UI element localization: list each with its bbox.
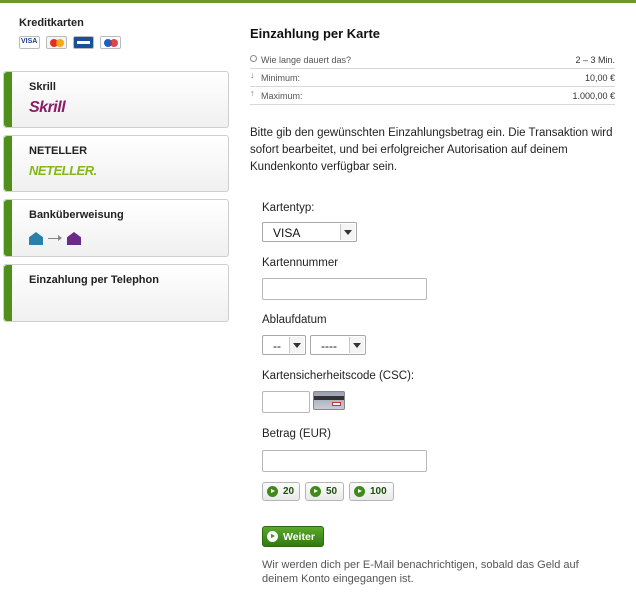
info-value: 2 – 3 Min. [575, 55, 615, 65]
expiry-month-select[interactable]: -- [262, 335, 306, 355]
play-icon [267, 486, 278, 497]
method-accent-bar [4, 265, 12, 321]
skrill-logo: Skrill [29, 99, 66, 116]
method-telephon[interactable]: Einzahlung per Telephon [3, 264, 229, 322]
play-icon [310, 486, 321, 497]
arrow-right-icon [48, 235, 62, 241]
method-title: Skrill [29, 81, 56, 93]
mastercard-icon [46, 36, 67, 49]
info-row-duration: Wie lange dauert das? 2 – 3 Min. [250, 51, 615, 69]
card-type-label: Kartentyp: [262, 202, 315, 214]
csc-card-icon [313, 391, 345, 410]
card-number-label: Kartennummer [262, 257, 339, 269]
expiry-label: Ablaufdatum [262, 314, 327, 326]
neteller-logo: NETELLER. [29, 163, 97, 178]
select-value: VISA [273, 226, 301, 240]
play-icon [267, 531, 278, 542]
top-accent-line [0, 0, 636, 3]
weiter-button[interactable]: Weiter [262, 526, 324, 547]
quick-amount-50-button[interactable]: 50 [305, 482, 344, 501]
amount-input[interactable] [262, 450, 427, 472]
play-icon [354, 486, 365, 497]
chevron-down-icon [340, 224, 355, 240]
bank-transfer-icons [29, 230, 89, 250]
method-skrill[interactable]: Skrill Skrill [3, 71, 229, 128]
card-number-input[interactable] [262, 278, 427, 300]
bank-house-icon [67, 232, 81, 245]
method-title: Banküberweisung [29, 209, 124, 221]
method-kreditkarten[interactable]: Kreditkarten [3, 10, 229, 68]
info-value: 1.000,00 € [572, 91, 615, 101]
method-accent-bar [4, 136, 12, 191]
visa-icon [19, 36, 40, 49]
csc-input[interactable] [262, 391, 310, 413]
quick-amount-label: 100 [370, 486, 387, 497]
info-label: Wie lange dauert das? [261, 55, 352, 65]
method-neteller[interactable]: NETELLER NETELLER. [3, 135, 229, 192]
method-title: Kreditkarten [19, 17, 84, 29]
method-title: Einzahlung per Telephon [29, 274, 159, 286]
quick-amount-20-button[interactable]: 20 [262, 482, 300, 501]
expiry-year-select[interactable]: ---- [310, 335, 366, 355]
arrow-up-icon [250, 88, 257, 98]
select-value: -- [273, 339, 281, 353]
info-row-maximum: Maximum: 1.000,00 € [250, 87, 615, 105]
info-row-minimum: Minimum: 10,00 € [250, 69, 615, 87]
visa-electron-icon [73, 36, 94, 49]
info-label: Maximum: [261, 91, 303, 101]
quick-amount-label: 20 [283, 486, 295, 497]
weiter-label: Weiter [283, 531, 315, 543]
info-value: 10,00 € [584, 73, 615, 83]
maestro-icon [100, 36, 121, 49]
chevron-down-icon [289, 337, 304, 353]
method-accent-bar [4, 200, 12, 256]
chevron-down-icon [349, 337, 364, 353]
info-label: Minimum: [261, 73, 301, 83]
card-logos [19, 36, 121, 49]
method-title: NETELLER [29, 145, 88, 157]
bank-house-icon [29, 232, 43, 245]
quick-amount-100-button[interactable]: 100 [349, 482, 394, 501]
arrow-down-icon [250, 70, 257, 80]
card-type-select[interactable]: VISA [262, 222, 357, 242]
page-title: Einzahlung per Karte [250, 26, 381, 41]
clock-icon [250, 55, 257, 62]
email-notification-note: Wir werden dich per E-Mail benachrichtig… [262, 559, 579, 585]
method-bankueberweisung[interactable]: Banküberweisung [3, 199, 229, 257]
csc-label: Kartensicherheitscode (CSC): [262, 370, 415, 382]
method-accent-bar [4, 72, 12, 127]
quick-amount-label: 50 [326, 486, 338, 497]
amount-label: Betrag (EUR) [262, 428, 332, 440]
deposit-description: Bitte gib den gewünschten Einzahlungsbet… [250, 127, 613, 173]
select-value: ---- [321, 339, 337, 353]
